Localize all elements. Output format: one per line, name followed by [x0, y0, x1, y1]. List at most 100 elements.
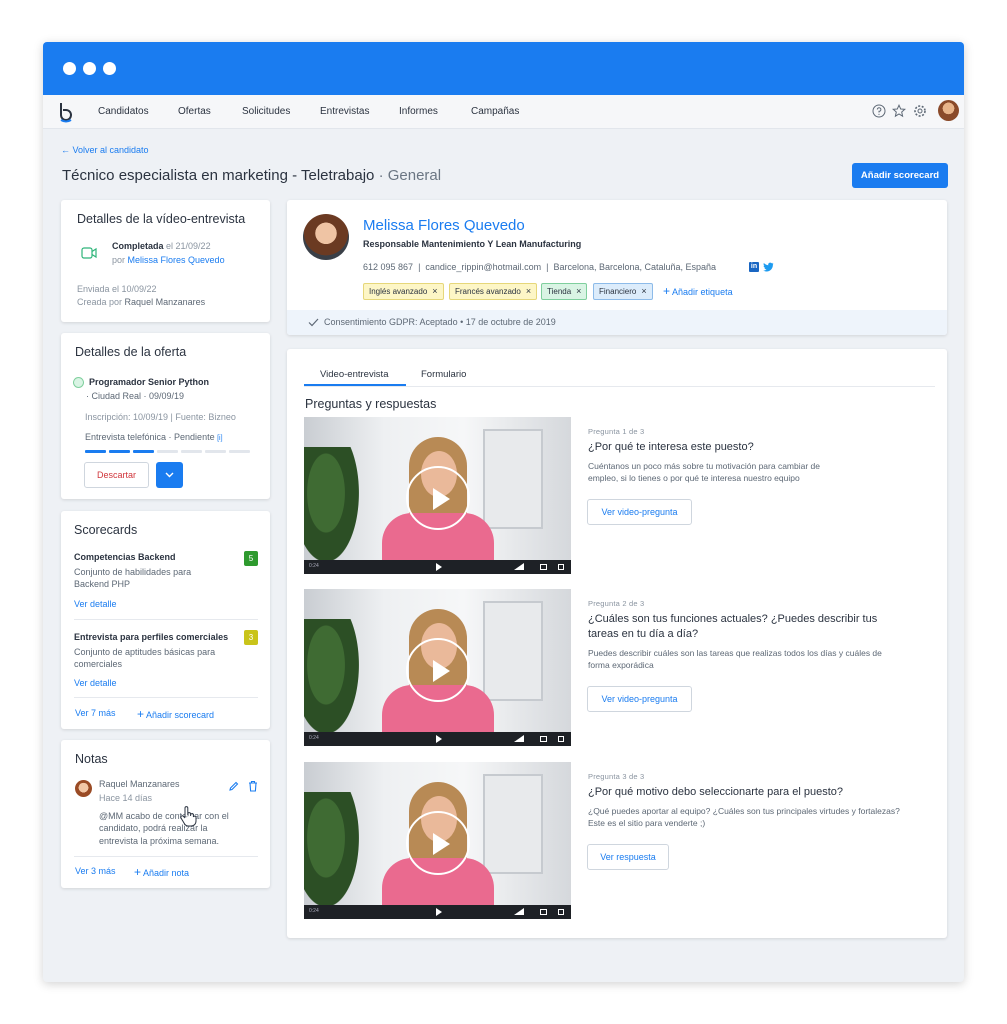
add-scorecard-link[interactable]: + Añadir scorecard: [137, 707, 214, 721]
scorecard-detail-link[interactable]: Ver detalle: [74, 599, 117, 609]
play-icon[interactable]: [406, 811, 470, 875]
nav-item-candidatos[interactable]: Candidatos: [98, 106, 149, 117]
scorecard-name: Entrevista para perfiles comerciales: [74, 632, 229, 642]
question-description: empleo, si lo tienes o por qué te intere…: [588, 473, 800, 483]
gdpr-banner: Consentimiento GDPR: Aceptado • 17 de oc…: [287, 310, 947, 335]
stage-dropdown-button[interactable]: [156, 462, 183, 488]
edit-icon[interactable]: [228, 781, 239, 792]
pip-icon[interactable]: [540, 909, 547, 915]
scorecard-description: Backend PHP: [74, 579, 131, 589]
page-title-text: Técnico especialista en marketing - Tele…: [62, 167, 375, 184]
scorecard-description: comerciales: [74, 659, 123, 669]
play-small-icon[interactable]: [436, 735, 442, 743]
trash-icon[interactable]: [248, 780, 258, 792]
top-nav: Candidatos Ofertas Solicitudes Entrevist…: [43, 95, 964, 129]
remove-tag-icon[interactable]: ×: [576, 286, 581, 296]
video-player[interactable]: 0:24: [304, 762, 571, 919]
nav-item-ofertas[interactable]: Ofertas: [178, 106, 211, 117]
add-scorecard-label: Añadir scorecard: [146, 710, 215, 720]
interview-candidate-link[interactable]: Melissa Flores Quevedo: [128, 255, 225, 265]
info-icon[interactable]: [i]: [217, 435, 222, 442]
window-dot: [83, 62, 96, 75]
candidate-tag-label: Financiero: [599, 287, 637, 296]
qa-card: Video-entrevista Formulario Preguntas y …: [287, 349, 947, 938]
candidate-email[interactable]: candice_rippin@hotmail.com: [425, 262, 541, 272]
candidate-location: Barcelona, Barcelona, Cataluña, España: [553, 262, 717, 272]
view-video-question-button[interactable]: Ver video-pregunta: [587, 686, 692, 712]
question-description: Este es el sitio para venderte ;): [588, 818, 706, 828]
created-prefix: Creada por: [77, 297, 123, 307]
help-icon[interactable]: [872, 104, 886, 118]
notes-title: Notas: [75, 752, 108, 766]
add-scorecard-button[interactable]: Añadir scorecard: [852, 163, 948, 188]
scorecard-description: Conjunto de aptitudes básicas para: [74, 647, 216, 657]
candidate-tag[interactable]: Tienda ×: [541, 283, 588, 300]
remove-tag-icon[interactable]: ×: [526, 286, 531, 296]
discard-button[interactable]: Descartar: [84, 462, 149, 488]
candidate-tag[interactable]: Francés avanzado ×: [449, 283, 538, 300]
remove-tag-icon[interactable]: ×: [432, 286, 437, 296]
fullscreen-icon[interactable]: [558, 736, 564, 742]
play-small-icon[interactable]: [436, 908, 442, 916]
video-player[interactable]: 0:24: [304, 417, 571, 574]
interview-details-title: Detalles de la vídeo-entrevista: [77, 212, 246, 226]
view-video-question-button[interactable]: Ver video-pregunta: [587, 499, 692, 525]
pip-icon[interactable]: [540, 736, 547, 742]
candidate-name[interactable]: Melissa Flores Quevedo: [363, 217, 525, 234]
volume-icon[interactable]: [514, 563, 524, 570]
video-plant: [304, 447, 359, 562]
gear-icon[interactable]: [913, 104, 927, 118]
twitter-icon[interactable]: [763, 262, 774, 272]
more-scorecards-link[interactable]: Ver 7 más: [75, 708, 116, 718]
candidate-tag[interactable]: Financiero ×: [593, 283, 653, 300]
video-shelf: [483, 429, 543, 529]
linkedin-icon[interactable]: in: [749, 262, 759, 272]
created-by-name: Raquel Manzanares: [124, 297, 206, 307]
nav-item-solicitudes[interactable]: Solicitudes: [242, 106, 290, 117]
play-icon[interactable]: [406, 638, 470, 702]
scorecard-detail-link[interactable]: Ver detalle: [74, 678, 117, 688]
progress-segment: [133, 450, 154, 453]
offer-inscription: Inscripción: 10/09/19 | Fuente: Bizneo: [85, 412, 236, 422]
star-icon[interactable]: [892, 104, 906, 118]
offer-stage-label: Entrevista telefónica · Pendiente: [85, 432, 215, 442]
divider: [74, 697, 258, 698]
chevron-down-icon: [165, 472, 174, 478]
candidate-tag[interactable]: Inglés avanzado ×: [363, 283, 444, 300]
progress-segment: [85, 450, 106, 453]
divider: [74, 856, 258, 857]
tabs-divider: [304, 386, 935, 387]
video-time: 0:24: [309, 563, 319, 569]
fullscreen-icon[interactable]: [558, 564, 564, 570]
pip-icon[interactable]: [540, 564, 547, 570]
view-answer-button[interactable]: Ver respuesta: [587, 844, 669, 870]
page-title-suffix: · General: [378, 167, 442, 184]
more-notes-link[interactable]: Ver 3 más: [75, 866, 116, 876]
progress-segment: [157, 450, 178, 453]
play-triangle: [433, 660, 450, 682]
bizneo-logo-icon[interactable]: [58, 101, 74, 123]
nav-item-informes[interactable]: Informes: [399, 106, 438, 117]
tab-video-entrevista[interactable]: Video-entrevista: [320, 369, 388, 380]
remove-tag-icon[interactable]: ×: [641, 286, 646, 296]
tab-formulario[interactable]: Formulario: [421, 369, 466, 380]
play-triangle: [433, 833, 450, 855]
interview-status: Completada el 21/09/22: [112, 241, 211, 251]
offer-name[interactable]: Programador Senior Python: [89, 377, 209, 387]
add-tag-link[interactable]: + Añadir etiqueta: [663, 284, 733, 298]
volume-icon[interactable]: [514, 908, 524, 915]
back-link[interactable]: ← Volver al candidato: [61, 145, 149, 155]
add-note-link[interactable]: + Añadir nota: [134, 865, 189, 879]
scorecard-score-badge: 3: [244, 630, 258, 645]
nav-item-entrevistas[interactable]: Entrevistas: [320, 106, 369, 117]
plus-icon: +: [134, 865, 142, 879]
note-author: Raquel Manzanares: [99, 779, 180, 789]
user-avatar[interactable]: [938, 100, 959, 121]
progress-segment: [181, 450, 202, 453]
video-player[interactable]: 0:24: [304, 589, 571, 746]
play-icon[interactable]: [406, 466, 470, 530]
volume-icon[interactable]: [514, 735, 524, 742]
fullscreen-icon[interactable]: [558, 909, 564, 915]
play-small-icon[interactable]: [436, 563, 442, 571]
nav-item-campanas[interactable]: Campañas: [471, 106, 519, 117]
